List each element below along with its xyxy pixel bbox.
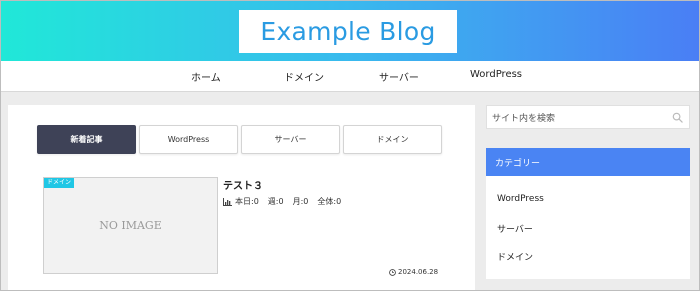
bar-chart-icon <box>223 197 232 206</box>
post-date-text: 2024.06.28 <box>398 268 439 276</box>
site-header: Example Blog <box>1 1 699 61</box>
post-title[interactable]: テスト３ <box>223 177 263 192</box>
views-month-value: 0 <box>303 197 309 206</box>
category-widget: カテゴリー WordPress サーバー ドメイン <box>486 148 690 279</box>
category-item-domain[interactable]: ドメイン <box>497 250 533 263</box>
post-date: 2024.06.28 <box>389 268 438 276</box>
nav-item-domain[interactable]: ドメイン <box>284 69 324 84</box>
no-image-placeholder: NO IMAGE <box>99 219 162 232</box>
main-content: 新着記事 WordPress サーバー ドメイン ドメイン NO IMAGE テ… <box>8 105 475 290</box>
views-total-label: 全体: <box>317 197 337 206</box>
nav-item-server[interactable]: サーバー <box>379 69 419 84</box>
nav-item-home[interactable]: ホーム <box>191 69 221 84</box>
category-widget-title: カテゴリー <box>486 148 690 176</box>
tab-new-posts[interactable]: 新着記事 <box>37 125 136 154</box>
views-total-value: 0 <box>336 197 342 206</box>
tab-wordpress[interactable]: WordPress <box>139 125 238 154</box>
tab-domain[interactable]: ドメイン <box>343 125 442 154</box>
search-icon[interactable] <box>672 112 683 123</box>
nav-item-wordpress[interactable]: WordPress <box>470 69 522 80</box>
site-title[interactable]: Example Blog <box>260 17 435 46</box>
views-today-label: 本日: <box>235 197 254 206</box>
category-badge: ドメイン <box>44 178 75 188</box>
tab-server[interactable]: サーバー <box>241 125 340 154</box>
global-nav: ホーム ドメイン サーバー WordPress <box>1 61 699 92</box>
site-logo[interactable]: Example Blog <box>239 10 457 53</box>
clock-icon <box>389 268 396 276</box>
category-item-server[interactable]: サーバー <box>497 222 533 235</box>
page: Example Blog ホーム ドメイン サーバー WordPress 新着記… <box>0 0 700 291</box>
post-view-counts: 本日:0 週:0 月:0 全体:0 <box>223 196 347 207</box>
views-week-label: 週: <box>267 197 279 206</box>
site-search <box>486 105 690 130</box>
search-input[interactable] <box>487 108 689 130</box>
views-today-value: 0 <box>253 197 259 206</box>
views-month-label: 月: <box>292 197 304 206</box>
category-item-wordpress[interactable]: WordPress <box>497 194 544 204</box>
post-thumbnail[interactable]: ドメイン NO IMAGE <box>43 177 218 274</box>
views-week-value: 0 <box>278 197 284 206</box>
